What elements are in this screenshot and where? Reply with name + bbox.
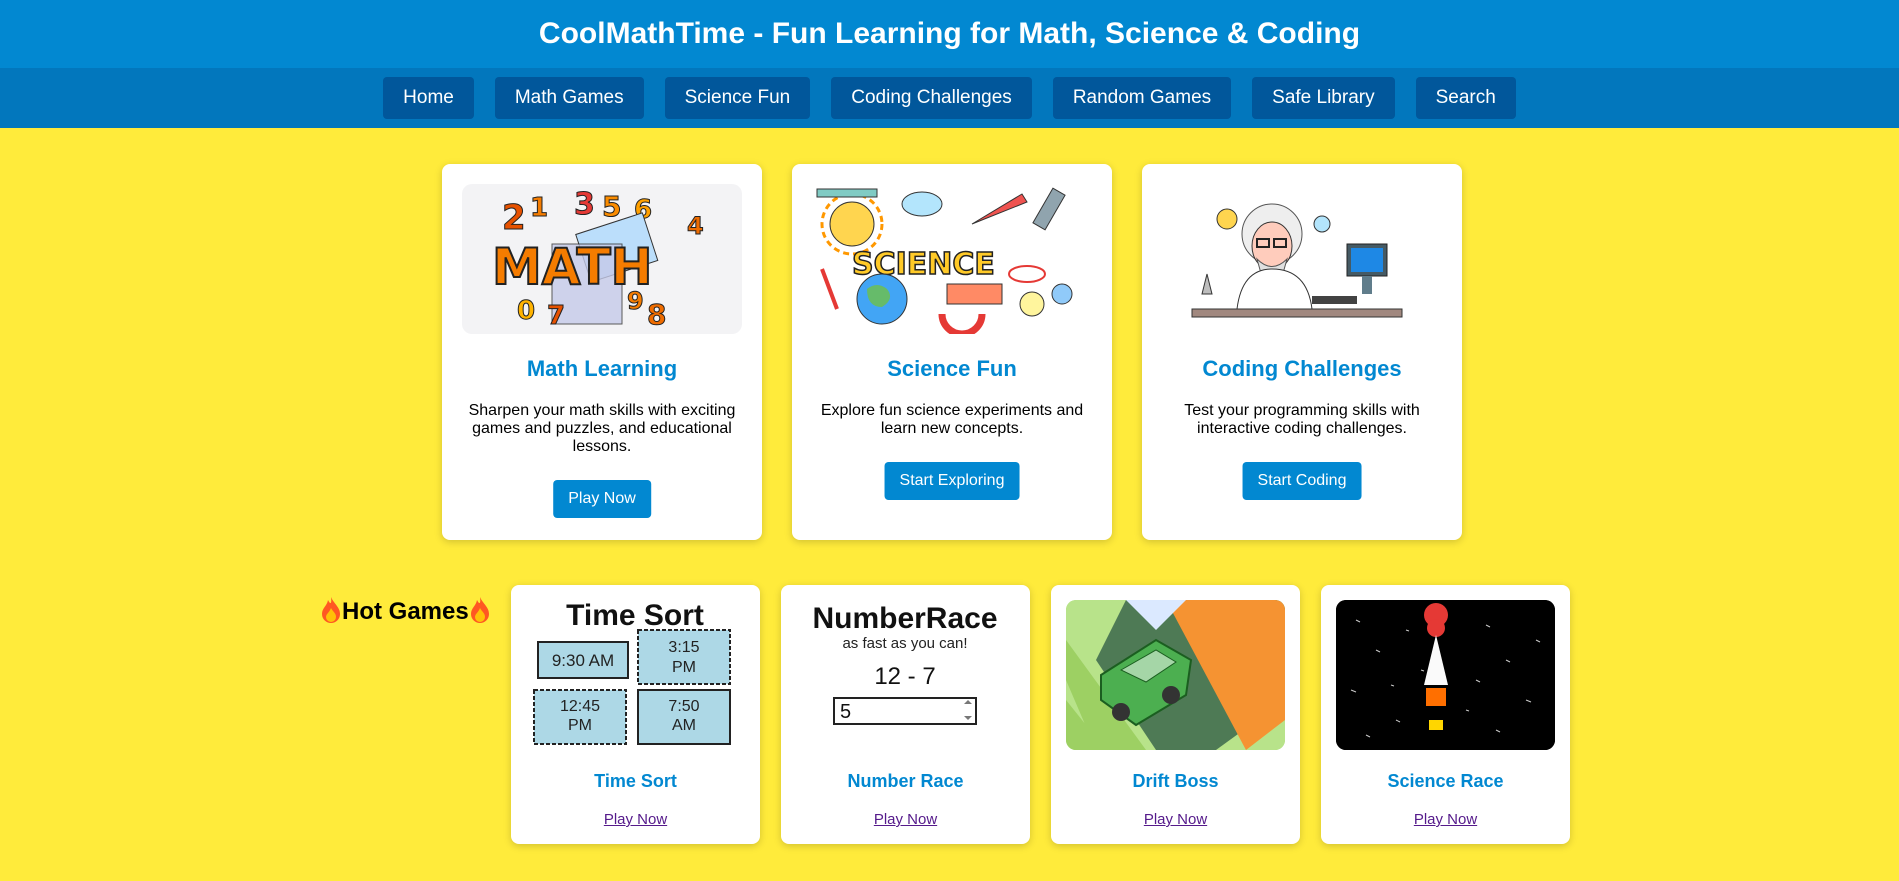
svg-text:as fast as you can!: as fast as you can!	[842, 635, 967, 652]
svg-text:Time Sort: Time Sort	[566, 600, 704, 632]
nav-safe-library[interactable]: Safe Library	[1252, 77, 1395, 119]
svg-text:8: 8	[647, 298, 666, 331]
svg-text:4: 4	[687, 212, 704, 240]
nav-search[interactable]: Search	[1415, 77, 1516, 119]
science-illustration: SCIENCE	[812, 184, 1092, 334]
nav-home[interactable]: Home	[383, 77, 474, 119]
game-title: Number Race	[847, 771, 964, 791]
game-card-drift-boss[interactable]: Drift Boss Play Now	[1051, 585, 1300, 844]
svg-text:PM: PM	[672, 659, 696, 676]
nav-coding-challenges[interactable]: Coding Challenges	[831, 77, 1032, 119]
game-card-time-sort[interactable]: Time Sort 9:30 AM 3:15 PM 12:45 PM 7:50 …	[511, 585, 760, 844]
game-title: Time Sort	[594, 771, 677, 791]
site-header: CoolMathTime - Fun Learning for Math, Sc…	[0, 0, 1899, 68]
svg-text:7: 7	[547, 301, 565, 331]
card-title: Math Learning	[526, 356, 678, 381]
svg-text:3:15: 3:15	[668, 639, 699, 656]
svg-text:AM: AM	[672, 717, 696, 734]
svg-text:NumberRace: NumberRace	[812, 602, 997, 635]
math-illustration: 2 1 3 5 6 4 MATH 0 7 8 9	[462, 184, 742, 334]
card-science-fun: SCIENCE Science Fun Explore fun science …	[792, 164, 1112, 540]
svg-text:3: 3	[574, 187, 595, 222]
nav-random-games[interactable]: Random Games	[1052, 77, 1232, 119]
card-description: Explore fun science experiments and lear…	[820, 402, 1084, 437]
game-card-number-race[interactable]: NumberRace as fast as you can! 12 - 7 5 …	[781, 585, 1030, 844]
start-coding-button[interactable]: Start Coding	[1242, 462, 1362, 500]
play-now-link[interactable]: Play Now	[781, 811, 1030, 828]
number-race-thumbnail: NumberRace as fast as you can! 12 - 7 5	[796, 600, 1015, 750]
start-exploring-button[interactable]: Start Exploring	[884, 462, 1020, 500]
game-title: Drift Boss	[1132, 771, 1219, 791]
nav-math-games[interactable]: Math Games	[494, 77, 644, 119]
svg-text:9:30 AM: 9:30 AM	[552, 651, 614, 670]
svg-text:2: 2	[502, 198, 526, 238]
main-nav: Home Math Games Science Fun Coding Chall…	[0, 68, 1899, 128]
svg-text:9: 9	[627, 287, 644, 315]
card-math-learning: 2 1 3 5 6 4 MATH 0 7 8 9 Math Learning S…	[442, 164, 762, 540]
play-now-button[interactable]: Play Now	[553, 480, 651, 518]
fire-icon	[322, 597, 340, 623]
scientist-illustration	[1162, 184, 1442, 334]
drift-boss-thumbnail	[1066, 600, 1285, 750]
card-title: Science Fun	[887, 356, 1017, 381]
card-description: Sharpen your math skills with exciting g…	[468, 402, 736, 455]
svg-text:PM: PM	[568, 717, 592, 734]
hot-games-heading: Hot Games	[320, 596, 491, 626]
svg-text:1: 1	[530, 193, 548, 223]
site-title: CoolMathTime - Fun Learning for Math, Sc…	[538, 17, 1361, 50]
svg-text:12 - 7: 12 - 7	[874, 663, 935, 690]
game-title: Science Race	[1387, 771, 1504, 791]
science-race-thumbnail	[1336, 600, 1555, 750]
time-sort-thumbnail: Time Sort 9:30 AM 3:15 PM 12:45 PM 7:50 …	[526, 600, 745, 750]
fire-icon	[470, 597, 489, 623]
game-card-science-race[interactable]: Science Race Play Now	[1321, 585, 1570, 844]
card-description: Test your programming skills with intera…	[1184, 402, 1420, 437]
svg-text:12:45: 12:45	[560, 698, 600, 715]
svg-text:0: 0	[517, 296, 535, 326]
svg-text:5: 5	[602, 190, 621, 223]
card-coding-challenges: Coding Challenges Test your programming …	[1142, 164, 1462, 540]
card-title: Coding Challenges	[1202, 356, 1402, 381]
svg-text:5: 5	[840, 701, 851, 723]
play-now-link[interactable]: Play Now	[1051, 811, 1300, 828]
svg-text:7:50: 7:50	[668, 698, 699, 715]
play-now-link[interactable]: Play Now	[1321, 811, 1570, 828]
nav-science-fun[interactable]: Science Fun	[664, 77, 811, 119]
play-now-link[interactable]: Play Now	[511, 811, 760, 828]
